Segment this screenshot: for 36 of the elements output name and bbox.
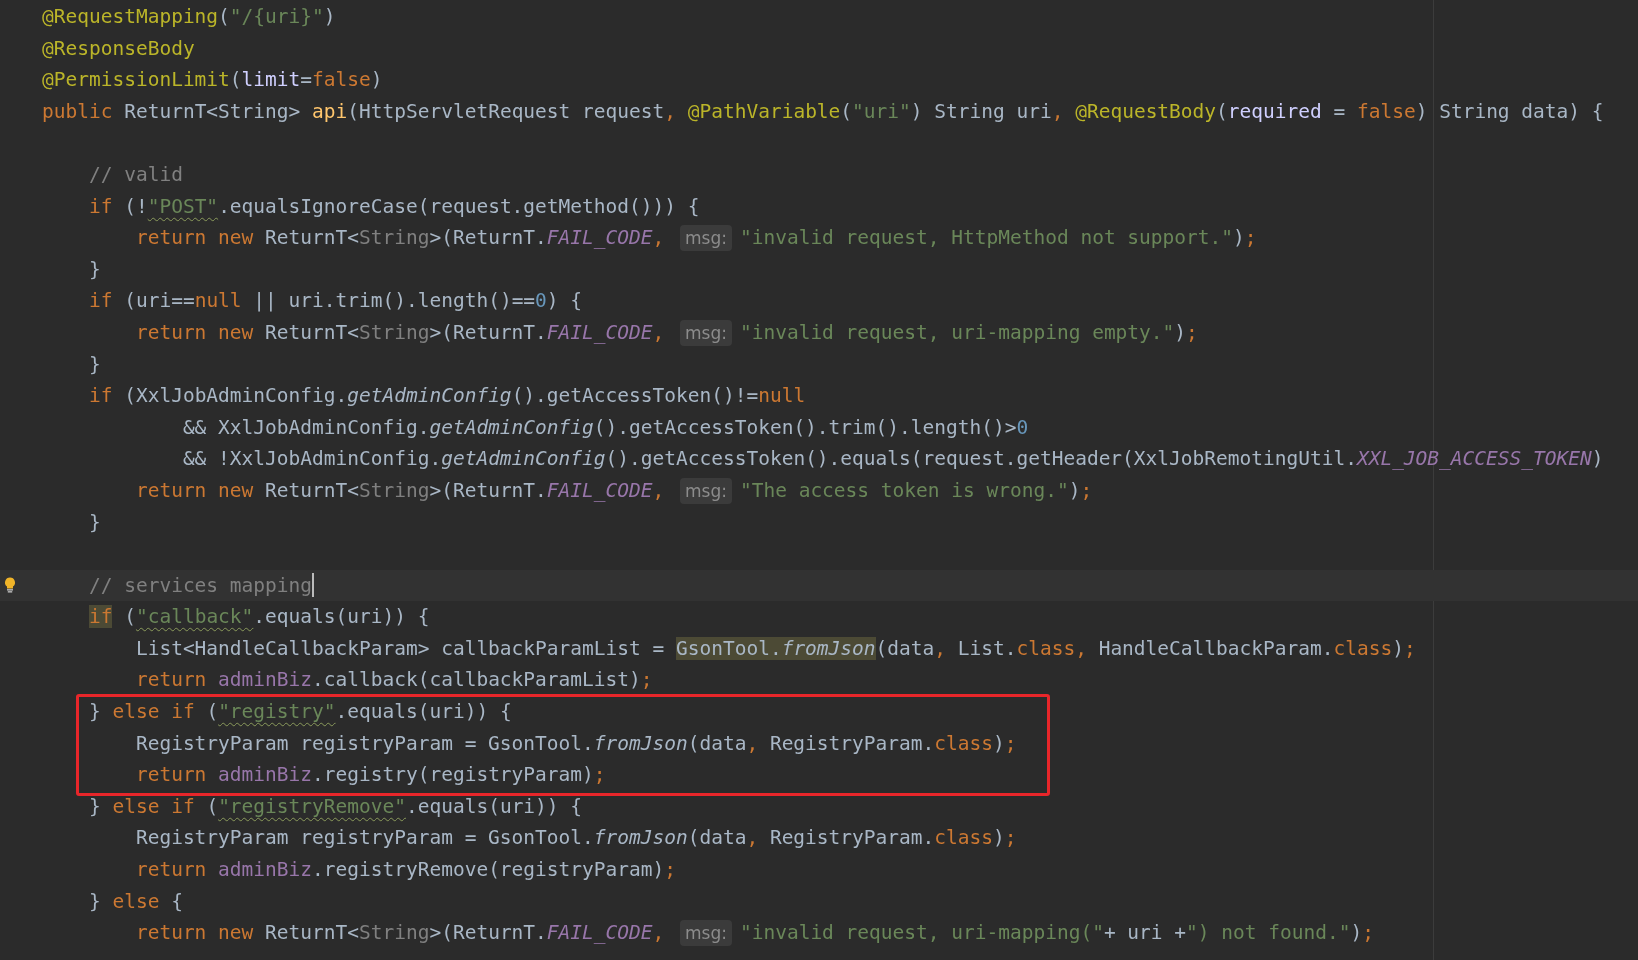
parameter-hint: msg: [680, 319, 732, 346]
code-text: && !XxlJobAdminConfig.getAdminConfig().getAccessToken().equals(request.getHeader(XxlJobRemotingUtil.XXL_JOB_ACCESS_TOKEN) [181, 446, 1604, 473]
code-comment: // valid [87, 161, 183, 188]
code-text: "invalid request, uri-mapping("+ uri +") not found."); [739, 920, 1374, 947]
code-text: if (XxlJobAdminConfig.getAdminConfig().getAccessToken()!=null [87, 383, 806, 410]
code-text: "invalid request, HttpMethod not support."); [739, 225, 1257, 252]
code-text: return new ReturnT<String>(ReturnT.FAIL_CODE, [134, 225, 666, 252]
code-text: "The access token is wrong."); [739, 477, 1093, 504]
code-text: && XxlJobAdminConfig.getAdminConfig().getAccessToken().trim().length()>0 [181, 414, 1029, 441]
code-text: } [87, 351, 101, 378]
parameter-hint: msg: [680, 920, 732, 946]
code-text: @PermissionLimit(limit=false) [42, 67, 383, 94]
code-text: if (!"POST".equalsIgnoreCase(request.getMethod())) { [87, 193, 700, 220]
parameter-hint: msg: [680, 224, 732, 251]
code-text: return adminBiz.registryRemove(registryParam); [134, 857, 676, 884]
code-text: return adminBiz.callback(callbackParamList); [134, 667, 653, 694]
code-text: return new ReturnT<String>(ReturnT.FAIL_CODE, [134, 920, 666, 947]
code-text: } else if ("registry".equals(uri)) { [87, 699, 512, 726]
code-text: if ("callback".equals(uri)) { [87, 604, 430, 631]
code-text: return new ReturnT<String>(ReturnT.FAIL_CODE, [134, 319, 666, 346]
code-text: public ReturnT<String> api(HttpServletRequest request, @PathVariable("uri") String uri, @RequestBody(required = false) String data) { [42, 98, 1604, 125]
code-text: return new ReturnT<String>(ReturnT.FAIL_CODE, [134, 477, 666, 504]
code-text: return adminBiz.registry(registryParam); [134, 762, 606, 789]
code-text: } else { [87, 888, 183, 915]
code-text: @ResponseBody [42, 35, 195, 62]
code-text: } [87, 509, 101, 536]
code-text: @RequestMapping("/{uri}") [42, 4, 336, 30]
code-text: List<HandleCallbackParam> callbackParamList = GsonTool.fromJson(data, List.class, HandleCallbackParam.class); [134, 635, 1416, 662]
code-text: "invalid request, uri-mapping empty."); [739, 319, 1198, 346]
code-text: } else if ("registryRemove".equals(uri)) { [87, 793, 583, 820]
code-text: RegistryParam registryParam = GsonTool.fromJson(data, RegistryParam.class); [134, 730, 1017, 757]
code-text: if (uri==null || uri.trim().length()==0) { [87, 288, 583, 315]
code-comment: // services mapping [87, 572, 313, 599]
code-text: RegistryParam registryParam = GsonTool.fromJson(data, RegistryParam.class); [134, 825, 1017, 852]
parameter-hint: msg: [680, 477, 732, 504]
code-text: } [87, 256, 101, 283]
